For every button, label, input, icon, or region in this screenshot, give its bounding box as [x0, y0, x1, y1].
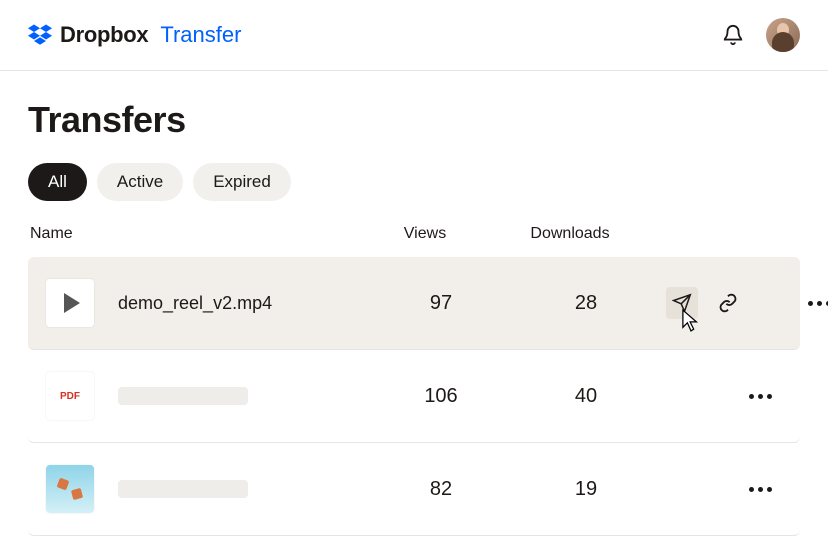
views-value: 106 — [376, 385, 506, 408]
file-name-placeholder — [118, 480, 248, 498]
dropbox-logo-icon — [28, 23, 52, 47]
send-button[interactable] — [666, 287, 698, 319]
more-options-button[interactable] — [802, 295, 828, 312]
file-name-placeholder — [118, 387, 248, 405]
row-actions — [666, 287, 828, 319]
filter-all[interactable]: All — [28, 163, 87, 201]
user-avatar[interactable] — [766, 18, 800, 52]
main-content: Transfers All Active Expired Name Views … — [0, 71, 828, 536]
page-title: Transfers — [28, 99, 800, 141]
name-cell: demo_reel_v2.mp4 — [46, 279, 376, 327]
link-icon — [718, 293, 738, 313]
filter-expired[interactable]: Expired — [193, 163, 291, 201]
views-value: 97 — [376, 292, 506, 315]
notifications-icon[interactable] — [722, 24, 744, 46]
name-cell — [46, 465, 376, 513]
row-actions — [666, 481, 786, 498]
pdf-thumbnail: PDF — [46, 372, 94, 420]
brand-name: Dropbox — [60, 22, 148, 48]
filter-active[interactable]: Active — [97, 163, 183, 201]
file-name: demo_reel_v2.mp4 — [118, 293, 272, 314]
brand: Dropbox Transfer — [28, 22, 241, 48]
hover-actions — [666, 287, 744, 319]
video-thumbnail — [46, 279, 94, 327]
downloads-value: 19 — [506, 478, 666, 501]
filter-pills: All Active Expired — [28, 163, 800, 201]
column-views: Views — [360, 225, 490, 243]
more-options-button[interactable] — [743, 388, 778, 405]
play-icon — [64, 293, 80, 313]
views-value: 82 — [376, 478, 506, 501]
pdf-label: PDF — [60, 391, 80, 402]
more-options-button[interactable] — [743, 481, 778, 498]
table-row[interactable]: PDF 106 40 — [28, 350, 800, 443]
name-cell: PDF — [46, 372, 376, 420]
header-actions — [722, 18, 800, 52]
send-icon — [672, 293, 692, 313]
app-header: Dropbox Transfer — [0, 0, 828, 71]
downloads-value: 40 — [506, 385, 666, 408]
image-thumbnail — [46, 465, 94, 513]
column-name: Name — [30, 225, 360, 243]
brand-sub: Transfer — [160, 22, 241, 48]
downloads-value: 28 — [506, 292, 666, 315]
row-actions — [666, 388, 786, 405]
copy-link-button[interactable] — [712, 287, 744, 319]
table-row[interactable]: demo_reel_v2.mp4 97 28 — [28, 257, 800, 350]
table-row[interactable]: 82 19 — [28, 443, 800, 536]
column-downloads: Downloads — [490, 225, 650, 243]
table-header: Name Views Downloads — [28, 225, 800, 257]
transfer-list: demo_reel_v2.mp4 97 28 — [28, 257, 800, 536]
